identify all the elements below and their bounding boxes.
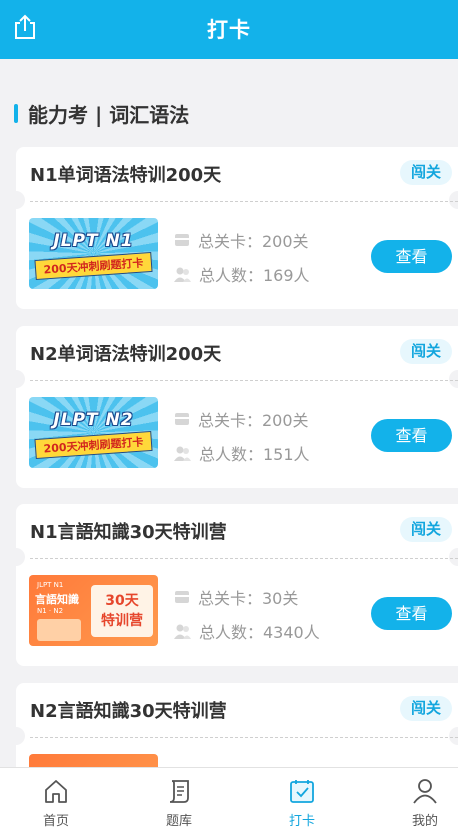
people-icon <box>174 624 191 639</box>
thumbnail-levels: N1 · N2 <box>37 607 64 615</box>
top-bar: 打卡 <box>0 0 458 59</box>
course-thumbnail: JLPT N1 言語知識 N1 · N2 30天 特训营 <box>29 575 158 646</box>
challenge-badge[interactable]: 闯关 <box>400 696 452 721</box>
thumbnail-title: 言語知識 <box>35 593 79 606</box>
course-title: N2言語知識30天特训营 <box>30 701 227 722</box>
levels-text: 总关卡：200关 <box>198 232 309 251</box>
home-icon <box>45 780 67 803</box>
book-illustration <box>37 619 81 641</box>
levels-icon <box>175 591 189 603</box>
course-title: N2单词语法特训200天 <box>30 344 222 365</box>
dashed-divider <box>30 558 458 559</box>
section-heading: 能力考 | 词汇语法 <box>14 101 190 127</box>
view-button[interactable]: 查看 <box>371 419 452 452</box>
levels-text: 总关卡：30关 <box>198 589 299 608</box>
calendar-check-icon <box>290 780 314 803</box>
tab-label: 题库 <box>165 814 192 829</box>
levels-stat: 总关卡：200关 <box>174 228 309 252</box>
people-stat: 总人数：151人 <box>174 441 310 465</box>
ticket-notch <box>449 727 458 745</box>
people-icon <box>174 267 191 282</box>
people-text: 总人数：151人 <box>199 445 310 464</box>
bottom-tab-bar: 首页 题库 打卡 我的 <box>0 767 458 831</box>
section-title: 能力考 | 词汇语法 <box>28 102 190 127</box>
thumbnail-tag: JLPT N1 <box>37 581 64 589</box>
tab-label: 首页 <box>42 814 69 829</box>
levels-stat: 总关卡：200关 <box>174 407 309 431</box>
user-icon <box>413 779 437 804</box>
view-button[interactable]: 查看 <box>371 597 452 630</box>
tab-label: 我的 <box>411 814 438 829</box>
thumbnail-title: JLPT N2 <box>53 410 134 430</box>
levels-icon <box>175 234 189 246</box>
ticket-notch <box>16 548 25 566</box>
ticket-notch <box>449 191 458 209</box>
challenge-badge[interactable]: 闯关 <box>400 517 452 542</box>
course-title: N1单词语法特训200天 <box>30 165 222 186</box>
course-thumbnail: JLPT N2 200天冲刺刷题打卡 <box>29 397 158 468</box>
ticket-notch <box>449 548 458 566</box>
dashed-divider <box>30 201 458 202</box>
ticket-notch <box>449 370 458 388</box>
tab-question-bank[interactable]: 题库 <box>139 768 219 831</box>
course-card[interactable]: N1单词语法特训200天 闯关 JLPT N1 200天冲刺刷题打卡 总关卡：2… <box>16 147 458 309</box>
thumbnail-title: JLPT N1 <box>53 231 134 251</box>
ticket-notch <box>16 370 25 388</box>
question-bank-icon <box>169 780 189 803</box>
dashed-divider <box>30 737 458 738</box>
course-card[interactable]: N1言語知識30天特训营 闯关 JLPT N1 言語知識 N1 · N2 30天… <box>16 504 458 666</box>
course-title: N1言語知識30天特训营 <box>30 522 227 543</box>
tab-label: 打卡 <box>288 814 315 829</box>
page-title: 打卡 <box>207 18 251 42</box>
people-text: 总人数：4340人 <box>199 623 320 642</box>
tab-home[interactable]: 首页 <box>16 768 96 831</box>
challenge-badge[interactable]: 闯关 <box>400 160 452 185</box>
section-accent-bar <box>14 103 18 123</box>
people-stat: 总人数：4340人 <box>174 619 320 643</box>
levels-icon <box>175 413 189 425</box>
people-stat: 总人数：169人 <box>174 262 310 286</box>
view-button[interactable]: 查看 <box>371 240 452 273</box>
ticket-notch <box>16 191 25 209</box>
tab-checkin[interactable]: 打卡 <box>262 768 342 831</box>
thumbnail-subtitle: 200天冲刺刷题打卡 <box>34 251 153 281</box>
dashed-divider <box>30 380 458 381</box>
course-card[interactable]: N2单词语法特训200天 闯关 JLPT N2 200天冲刺刷题打卡 总关卡：2… <box>16 326 458 488</box>
people-text: 总人数：169人 <box>199 266 310 285</box>
challenge-badge[interactable]: 闯关 <box>400 339 452 364</box>
levels-stat: 总关卡：30关 <box>174 585 298 609</box>
people-icon <box>174 446 191 461</box>
ticket-notch <box>16 727 25 745</box>
thumbnail-box-text: 30天 特训营 <box>91 585 153 637</box>
levels-text: 总关卡：200关 <box>198 411 309 430</box>
tab-profile[interactable]: 我的 <box>385 768 458 831</box>
course-thumbnail: JLPT N1 200天冲刺刷题打卡 <box>29 218 158 289</box>
thumbnail-subtitle: 200天冲刺刷题打卡 <box>34 430 153 460</box>
